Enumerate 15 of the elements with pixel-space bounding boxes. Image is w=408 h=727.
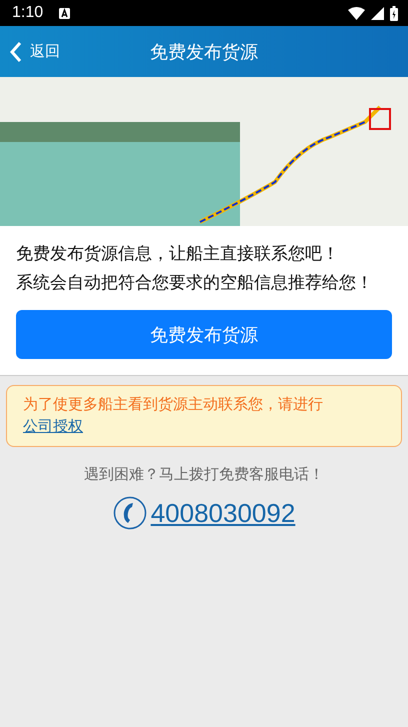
help-text: 遇到困难？马上拨打免费客服电话！ <box>83 465 325 484</box>
publish-button[interactable]: 免费发布货源 <box>16 310 392 359</box>
status-time: 1:10 <box>12 4 44 22</box>
notice-text: 为了使更多船主看到货源主动联系您，请进行 <box>23 394 323 415</box>
battery-icon <box>390 6 398 20</box>
authorize-link[interactable]: 公司授权 <box>23 415 83 437</box>
back-label: 返回 <box>30 42 60 61</box>
signal-icon <box>371 6 384 20</box>
page-title: 免费发布货源 <box>150 40 258 64</box>
phone-link[interactable]: 4008030092 <box>150 498 296 528</box>
wifi-icon <box>348 6 365 20</box>
phone-icon <box>112 496 147 530</box>
notification-icon <box>59 8 70 18</box>
back-button[interactable]: 返回 <box>0 40 60 62</box>
intro-text: 免费发布货源信息，让船主直接联系您吧！ 系统会自动把符合您要求的空船信息推荐给您！ <box>16 243 374 295</box>
